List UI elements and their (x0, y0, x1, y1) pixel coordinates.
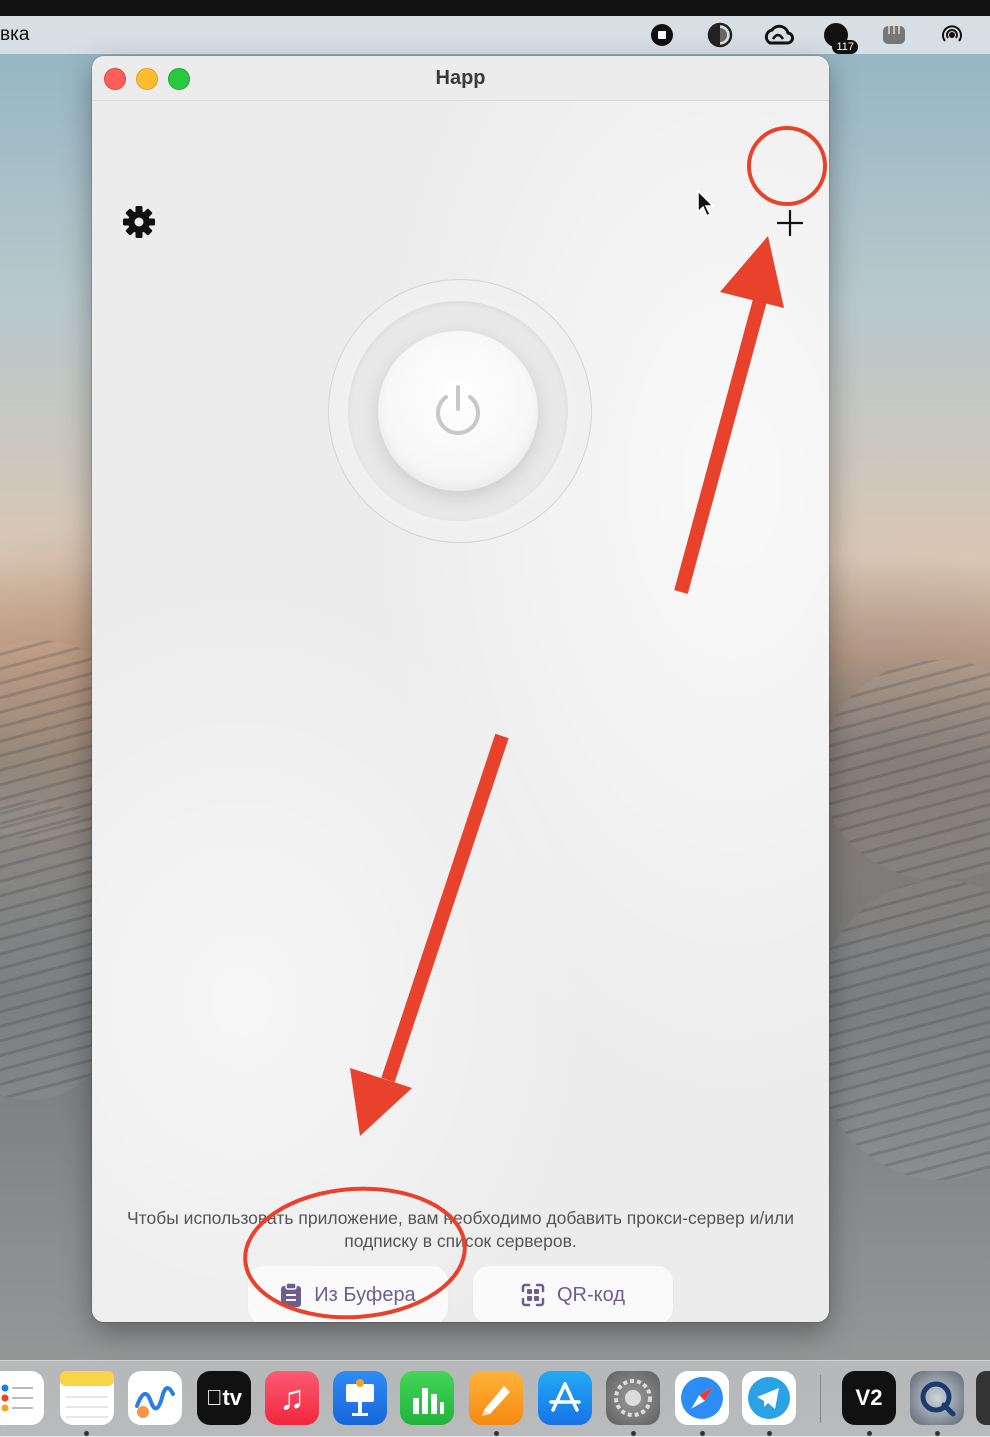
v2box-icon[interactable]: V2 (842, 1371, 896, 1425)
telegram-icon[interactable] (742, 1371, 796, 1425)
badge-count: 117 (832, 40, 858, 54)
keynote-icon[interactable] (333, 1371, 387, 1425)
running-indicator (700, 1431, 705, 1436)
numbers-icon[interactable] (400, 1371, 454, 1425)
running-indicator (84, 1431, 89, 1436)
happ-window: Happ Чтобы использовать приложение, вам … (92, 56, 829, 1322)
notes-icon[interactable] (60, 1371, 114, 1425)
running-indicator (935, 1431, 940, 1436)
contrast-icon[interactable] (704, 22, 736, 48)
freeform-icon[interactable] (128, 1371, 182, 1425)
menu-bar-left-text[interactable]: вка (0, 24, 29, 46)
running-indicator (494, 1431, 499, 1436)
power-icon (436, 385, 480, 435)
partial-dock-icon[interactable] (976, 1371, 990, 1425)
fist-icon[interactable] (878, 22, 910, 48)
dock: tv ♫ V2 (0, 1360, 990, 1437)
stop-record-icon[interactable] (646, 22, 678, 48)
system-settings-icon[interactable] (606, 1371, 660, 1425)
safari-icon[interactable] (675, 1371, 729, 1425)
airdrop-icon[interactable] (936, 22, 968, 48)
plus-icon (777, 210, 803, 236)
running-indicator (767, 1431, 772, 1436)
qr-code-label: QR-код (557, 1283, 625, 1306)
apple-tv-label: tv (214, 1385, 242, 1410)
qr-scan-icon (521, 1283, 545, 1307)
from-clipboard-button[interactable]: Из Буфера (248, 1266, 448, 1322)
menu-bar: вка 117 (0, 16, 990, 54)
dock-separator (820, 1375, 821, 1423)
running-indicator (867, 1431, 872, 1436)
reminders-icon[interactable] (0, 1371, 44, 1425)
from-clipboard-label: Из Буфера (314, 1283, 416, 1306)
pages-icon[interactable] (469, 1371, 523, 1425)
power-button[interactable] (378, 331, 538, 491)
top-strip (0, 0, 990, 16)
calendar-badge-icon[interactable]: 117 (820, 22, 858, 54)
settings-gear-icon[interactable] (122, 205, 156, 239)
main-content: Чтобы использовать приложение, вам необх… (92, 101, 829, 1322)
running-indicator (631, 1431, 636, 1436)
app-store-icon[interactable] (538, 1371, 592, 1425)
qr-code-button[interactable]: QR-код (473, 1266, 673, 1322)
creative-cloud-icon[interactable] (762, 22, 794, 48)
empty-state-hint: Чтобы использовать приложение, вам необх… (127, 1208, 794, 1251)
mouse-pointer-icon (697, 190, 715, 218)
add-server-button[interactable] (760, 193, 820, 253)
window-titlebar: Happ (92, 56, 829, 101)
music-icon[interactable]: ♫ (265, 1371, 319, 1425)
clipboard-icon (281, 1282, 302, 1307)
window-title: Happ (435, 67, 486, 89)
v2box-label: V2 (855, 1385, 883, 1410)
quicktime-icon[interactable] (910, 1371, 964, 1425)
apple-tv-icon[interactable]: tv (197, 1371, 251, 1425)
